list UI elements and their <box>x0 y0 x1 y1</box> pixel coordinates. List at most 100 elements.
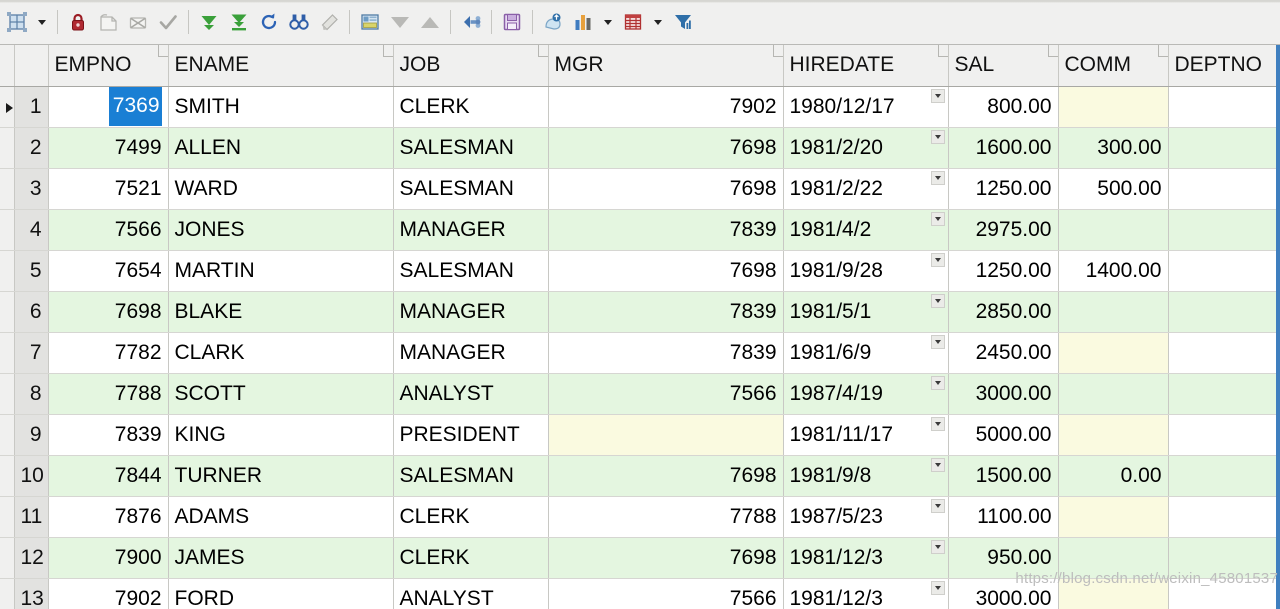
cell-comm[interactable] <box>1058 414 1169 456</box>
cell-empno[interactable]: 7788 <box>48 373 169 415</box>
cell-job[interactable]: SALESMAN <box>393 250 549 292</box>
row-marker-cell[interactable] <box>0 373 15 415</box>
cell-empno[interactable]: 7698 <box>48 291 169 333</box>
cell-empno[interactable]: 7499 <box>48 127 169 169</box>
cell-empno[interactable]: 7369 <box>48 86 169 128</box>
table-row[interactable]: 7 7782 CLARK MANAGER 7839 1981/6/9 2450.00 <box>0 332 1280 374</box>
cell-job[interactable]: CLERK <box>393 537 549 579</box>
cell-mgr[interactable]: 7698 <box>548 168 784 210</box>
cell-ename[interactable]: JONES <box>168 209 394 251</box>
row-marker-cell[interactable] <box>0 209 15 251</box>
cell-deptno[interactable] <box>1168 127 1280 169</box>
column-header-comm[interactable]: COMM <box>1058 45 1169 87</box>
date-picker-dropdown-icon[interactable] <box>930 457 945 472</box>
column-header-ename[interactable]: ENAME <box>168 45 394 87</box>
filter-icon[interactable] <box>668 7 698 37</box>
move-down-icon[interactable] <box>385 7 415 37</box>
cell-job[interactable]: MANAGER <box>393 291 549 333</box>
row-number-cell[interactable]: 4 <box>14 209 49 251</box>
cell-mgr[interactable]: 7839 <box>548 332 784 374</box>
cell-ename[interactable]: CLARK <box>168 332 394 374</box>
cell-deptno[interactable] <box>1168 414 1280 456</box>
column-header-job[interactable]: JOB <box>393 45 549 87</box>
cell-job[interactable]: PRESIDENT <box>393 414 549 456</box>
cell-sal[interactable]: 1250.00 <box>948 168 1059 210</box>
table-row[interactable]: 9 7839 KING PRESIDENT 1981/11/17 5000.00 <box>0 414 1280 456</box>
row-marker-cell[interactable] <box>0 168 15 210</box>
table-row[interactable]: 4 7566 JONES MANAGER 7839 1981/4/2 2975.00 <box>0 209 1280 251</box>
cell-job[interactable]: ANALYST <box>393 578 549 609</box>
fetch-all-rows-icon[interactable] <box>224 7 254 37</box>
date-picker-dropdown-icon[interactable] <box>930 211 945 226</box>
table-row[interactable]: 10 7844 TURNER SALESMAN 7698 1981/9/8 1500.00 0… <box>0 455 1280 497</box>
cell-comm[interactable]: 500.00 <box>1058 168 1169 210</box>
cell-mgr[interactable]: 7566 <box>548 578 784 609</box>
row-number-cell[interactable]: 2 <box>14 127 49 169</box>
cell-deptno[interactable] <box>1168 86 1280 128</box>
cell-job[interactable]: SALESMAN <box>393 127 549 169</box>
table-row[interactable]: 13 7902 FORD ANALYST 7566 1981/12/3 3000.00 <box>0 578 1280 609</box>
cell-mgr[interactable] <box>548 414 784 456</box>
cell-job[interactable]: ANALYST <box>393 373 549 415</box>
cell-ename[interactable]: KING <box>168 414 394 456</box>
move-up-icon[interactable] <box>415 7 445 37</box>
refresh-icon[interactable] <box>254 7 284 37</box>
cell-comm[interactable]: 1400.00 <box>1058 250 1169 292</box>
grid-view-dropdown[interactable] <box>648 7 668 37</box>
cell-comm[interactable] <box>1058 578 1169 609</box>
cell-hiredate[interactable]: 1981/12/3 <box>783 578 949 609</box>
date-picker-dropdown-icon[interactable] <box>930 416 945 431</box>
row-marker-cell[interactable] <box>0 250 15 292</box>
cell-deptno[interactable] <box>1168 578 1280 609</box>
column-header-sal[interactable]: SAL <box>948 45 1059 87</box>
date-picker-dropdown-icon[interactable] <box>930 375 945 390</box>
cell-ename[interactable]: ALLEN <box>168 127 394 169</box>
date-picker-dropdown-icon[interactable] <box>930 580 945 595</box>
cell-comm[interactable]: 0.00 <box>1058 455 1169 497</box>
cell-job[interactable]: MANAGER <box>393 209 549 251</box>
cell-empno[interactable]: 7654 <box>48 250 169 292</box>
lock-record-icon[interactable] <box>63 7 93 37</box>
cell-hiredate[interactable]: 1987/5/23 <box>783 496 949 538</box>
cell-deptno[interactable] <box>1168 496 1280 538</box>
cell-sal[interactable]: 3000.00 <box>948 578 1059 609</box>
cell-mgr[interactable]: 7698 <box>548 537 784 579</box>
cell-sal[interactable]: 2850.00 <box>948 291 1059 333</box>
cell-empno[interactable]: 7566 <box>48 209 169 251</box>
cell-mgr[interactable]: 7566 <box>548 373 784 415</box>
query-plan-icon[interactable] <box>538 7 568 37</box>
table-row[interactable]: 2 7499 ALLEN SALESMAN 7698 1981/2/20 1600.00 30… <box>0 127 1280 169</box>
chart-dropdown[interactable] <box>598 7 618 37</box>
table-row[interactable]: 12 7900 JAMES CLERK 7698 1981/12/3 950.00 <box>0 537 1280 579</box>
cell-deptno[interactable] <box>1168 250 1280 292</box>
cell-ename[interactable]: FORD <box>168 578 394 609</box>
cell-mgr[interactable]: 7902 <box>548 86 784 128</box>
cell-empno[interactable]: 7902 <box>48 578 169 609</box>
row-number-cell[interactable]: 11 <box>14 496 49 538</box>
delete-record-icon[interactable] <box>123 7 153 37</box>
row-marker-cell[interactable] <box>0 537 15 579</box>
cell-comm[interactable] <box>1058 373 1169 415</box>
row-number-cell[interactable]: 9 <box>14 414 49 456</box>
cell-empno[interactable]: 7900 <box>48 537 169 579</box>
cell-deptno[interactable] <box>1168 168 1280 210</box>
cell-hiredate[interactable]: 1981/12/3 <box>783 537 949 579</box>
row-marker-cell[interactable] <box>0 332 15 374</box>
cell-hiredate[interactable]: 1981/11/17 <box>783 414 949 456</box>
cell-sal[interactable]: 1600.00 <box>948 127 1059 169</box>
table-row[interactable]: 5 7654 MARTIN SALESMAN 7698 1981/9/28 1250.00 1… <box>0 250 1280 292</box>
row-number-cell[interactable]: 8 <box>14 373 49 415</box>
cell-job[interactable]: SALESMAN <box>393 168 549 210</box>
chart-icon[interactable] <box>568 7 598 37</box>
cell-ename[interactable]: BLAKE <box>168 291 394 333</box>
cell-hiredate[interactable]: 1981/9/8 <box>783 455 949 497</box>
cell-hiredate[interactable]: 1980/12/17 <box>783 86 949 128</box>
cell-mgr[interactable]: 7698 <box>548 250 784 292</box>
cell-sal[interactable]: 1500.00 <box>948 455 1059 497</box>
cell-ename[interactable]: SCOTT <box>168 373 394 415</box>
insert-record-icon[interactable] <box>93 7 123 37</box>
date-picker-dropdown-icon[interactable] <box>930 539 945 554</box>
column-header-deptno[interactable]: DEPTNO <box>1168 45 1280 87</box>
cell-sal[interactable]: 1100.00 <box>948 496 1059 538</box>
row-marker-cell[interactable] <box>0 455 15 497</box>
